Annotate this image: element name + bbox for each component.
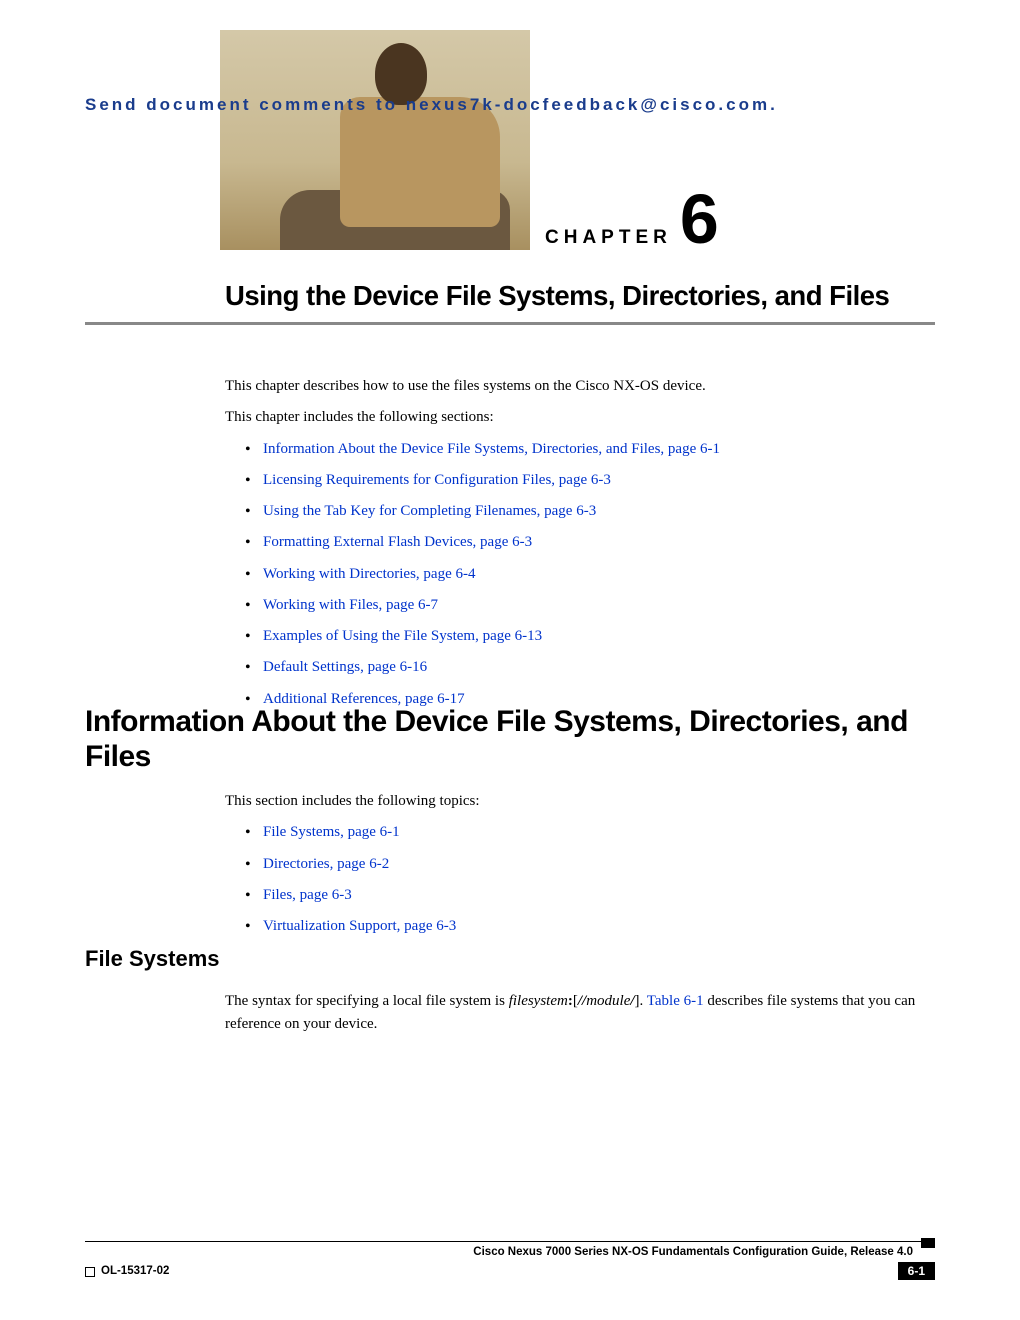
toc-link[interactable]: Licensing Requirements for Configuration… [263, 472, 611, 488]
toc-link[interactable]: Default Settings, page 6-16 [263, 659, 427, 675]
footer-doc-id: OL-15317-02 [85, 1265, 169, 1277]
toc-link[interactable]: Working with Directories, page 6-4 [263, 566, 475, 582]
file-systems-syntax-paragraph: The syntax for specifying a local file s… [225, 990, 920, 1037]
section1-paragraph: This section includes the following topi… [225, 790, 920, 813]
toc-link[interactable]: Directories, page 6-2 [263, 856, 389, 872]
toc-link[interactable]: Formatting External Flash Devices, page … [263, 534, 532, 550]
toc-link[interactable]: Examples of Using the File System, page … [263, 628, 542, 644]
toc-link[interactable]: Information About the Device File System… [263, 441, 720, 457]
footer-square-icon [921, 1238, 935, 1248]
table-reference-link[interactable]: Table 6-1 [647, 993, 704, 1009]
chapter-title: Using the Device File Systems, Directori… [225, 280, 889, 312]
chapter-word: CHAPTER [545, 227, 672, 249]
chapter-label: CHAPTER 6 [545, 195, 719, 249]
chapter-header-image [220, 30, 530, 250]
toc-link[interactable]: Using the Tab Key for Completing Filenam… [263, 503, 596, 519]
toc-link[interactable]: File Systems, page 6-1 [263, 824, 400, 840]
toc-link[interactable]: Files, page 6-3 [263, 887, 352, 903]
section-heading-file-systems: File Systems [85, 946, 220, 972]
section2-body: The syntax for specifying a local file s… [225, 990, 920, 1037]
footer-rule [85, 1241, 935, 1242]
intro-paragraph-1: This chapter describes how to use the fi… [225, 375, 920, 398]
feedback-banner: Send document comments to nexus7k-docfee… [85, 95, 935, 115]
toc-link[interactable]: Virtualization Support, page 6-3 [263, 918, 456, 934]
footer-book-title: Cisco Nexus 7000 Series NX-OS Fundamenta… [85, 1246, 913, 1258]
chapter-number: 6 [680, 195, 719, 244]
footer-page-number: 6-1 [898, 1262, 935, 1280]
intro-links-list: Information About the Device File System… [245, 438, 920, 711]
section1-links-list: File Systems, page 6-1 Directories, page… [245, 821, 920, 938]
title-rule [85, 322, 935, 325]
section-heading-info-about: Information About the Device File System… [85, 705, 920, 774]
intro-paragraph-2: This chapter includes the following sect… [225, 406, 920, 429]
toc-link[interactable]: Working with Files, page 6-7 [263, 597, 438, 613]
section1-body: This section includes the following topi… [225, 790, 920, 946]
intro-body: This chapter describes how to use the fi… [225, 375, 920, 719]
page-footer: Cisco Nexus 7000 Series NX-OS Fundamenta… [85, 1241, 935, 1280]
